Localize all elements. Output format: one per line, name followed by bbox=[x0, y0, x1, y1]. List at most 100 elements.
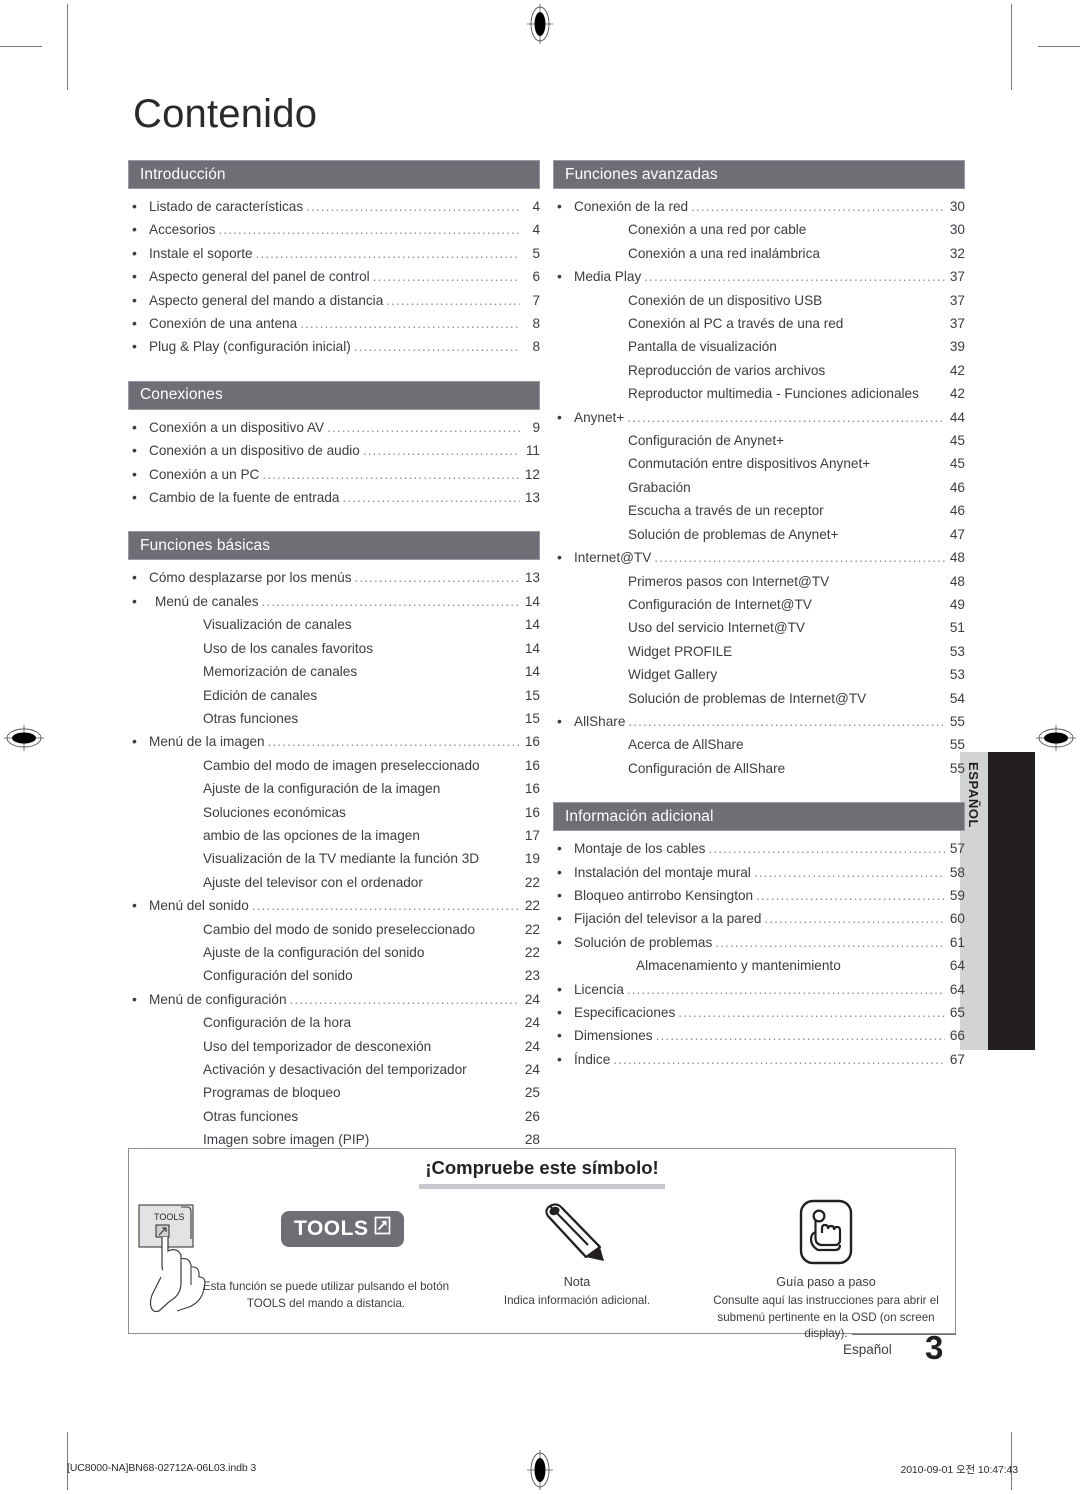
toc-entry[interactable]: •Configuración del sonido...............… bbox=[128, 964, 540, 987]
toc-entry[interactable]: • AllShare...............................… bbox=[553, 710, 965, 733]
toc-entry[interactable]: •Ajuste de la configuración del sonido..… bbox=[128, 941, 540, 964]
symbol-item-tools: TOOLS TOOLS Esta función se puede utiliz… bbox=[129, 1197, 457, 1329]
toc-entry[interactable]: •Cambio del modo de sonido preselecciona… bbox=[128, 918, 540, 941]
toc-entry[interactable]: •Reproductor multimedia - Funciones adic… bbox=[553, 382, 965, 405]
toc-bullet-icon: • bbox=[132, 465, 137, 482]
toc-entry[interactable]: • Bloqueo antirrobo Kensington...........… bbox=[553, 884, 965, 907]
toc-entry[interactable]: •Ajuste del televisor con el ordenador..… bbox=[128, 871, 540, 894]
toc-entry[interactable]: •Programas de bloqueo...................… bbox=[128, 1081, 540, 1104]
toc-entry-page: 25 bbox=[524, 1085, 540, 1101]
toc-entry[interactable]: •Activación y desactivación del temporiz… bbox=[128, 1058, 540, 1081]
toc-entry[interactable]: • Listado de características.............… bbox=[128, 195, 540, 218]
toc-entry[interactable]: •Uso de los canales favoritos...........… bbox=[128, 637, 540, 660]
toc-entry[interactable]: •Widget Gallery.........................… bbox=[553, 663, 965, 686]
toc-entry[interactable]: •Otras funciones........................… bbox=[128, 1105, 540, 1128]
toc-entry[interactable]: • Menú de configuración..................… bbox=[128, 988, 540, 1011]
toc-entry[interactable]: •Acerca de AllShare.....................… bbox=[553, 733, 965, 756]
toc-entry[interactable]: •Conexión de un dispositivo USB.........… bbox=[553, 289, 965, 312]
toc-entry-page: 30 bbox=[949, 222, 965, 238]
toc-entry[interactable]: •Ajuste de la configuración de la imagen… bbox=[128, 777, 540, 800]
toc-entry[interactable]: • Dimensiones............................… bbox=[553, 1024, 965, 1047]
toc-entry[interactable]: •Reproducción de varios archivos........… bbox=[553, 359, 965, 382]
toc-entry[interactable]: • Conexión a un dispositivo de audio.....… bbox=[128, 439, 540, 462]
toc-entry[interactable]: • Plug & Play (configuración inicial)....… bbox=[128, 335, 540, 358]
toc-entry[interactable]: • Instalación del montaje mural..........… bbox=[553, 861, 965, 884]
toc-entry[interactable]: • Menú de la imagen......................… bbox=[128, 730, 540, 753]
toc-entry[interactable]: • Anynet+................................… bbox=[553, 406, 965, 429]
toc-entry[interactable]: •Uso del temporizador de desconexión....… bbox=[128, 1035, 540, 1058]
toc-entry-page: 19 bbox=[524, 851, 540, 867]
toc-entry[interactable]: • Accesorios.............................… bbox=[128, 218, 540, 241]
toc-leader-dots: ........................................… bbox=[300, 316, 520, 332]
toc-entry[interactable]: •Memorización de canales................… bbox=[128, 660, 540, 683]
toc-leader-dots: ........................................… bbox=[261, 593, 520, 609]
toc-entry[interactable]: •Escucha a través de un receptor........… bbox=[553, 499, 965, 522]
toc-entry[interactable]: •Conexión a una red por cable...........… bbox=[553, 218, 965, 241]
toc-entry[interactable]: • Conexión de la red.....................… bbox=[553, 195, 965, 218]
toc-entry[interactable]: •Configuración de Anynet+...............… bbox=[553, 429, 965, 452]
toc-bullet-icon: • bbox=[132, 244, 137, 261]
toc-bullet-icon: • bbox=[132, 990, 137, 1007]
toc-entry[interactable]: • Conexión de una antena.................… bbox=[128, 312, 540, 335]
toc-entry[interactable]: • Montaje de los cables..................… bbox=[553, 837, 965, 860]
toc-entry[interactable]: •Almacenamiento y mantenimiento.........… bbox=[553, 954, 965, 977]
toc-entry[interactable]: •Edición de canales.....................… bbox=[128, 684, 540, 707]
toc-leader-dots: ........................................… bbox=[306, 199, 520, 214]
toc-bullet-icon: • bbox=[132, 221, 137, 238]
toc-section-header-label: Información adicional bbox=[565, 807, 714, 825]
toc-entry[interactable]: • Instale el soporte.....................… bbox=[128, 242, 540, 265]
toc-entry[interactable]: •Conmutación entre dispositivos Anynet+.… bbox=[553, 452, 965, 475]
toc-entry[interactable]: •Conexión al PC a través de una red.....… bbox=[553, 312, 965, 335]
toc-entry[interactable]: •Conexión a una red inalámbrica.........… bbox=[553, 242, 965, 265]
toc-entry-page: 60 bbox=[949, 911, 965, 927]
toc-entry[interactable]: •Configuración de Internet@TV...........… bbox=[553, 593, 965, 616]
toc-entry[interactable]: •Widget PROFILE.........................… bbox=[553, 640, 965, 663]
toc-entry[interactable]: • Aspecto general del panel de control...… bbox=[128, 265, 540, 288]
toc-leader-dots: ........................................… bbox=[843, 312, 943, 335]
toc-entry[interactable]: • Media Play.............................… bbox=[553, 265, 965, 288]
toc-column-left: Introducción • Listado de características.… bbox=[128, 160, 540, 1175]
toc-entry[interactable]: •Solución de problemas de Anynet+.......… bbox=[553, 523, 965, 546]
toc-entry[interactable]: • Licencia...............................… bbox=[553, 978, 965, 1001]
toc-entry[interactable]: • Conexión a un PC.......................… bbox=[128, 463, 540, 486]
toc-entry[interactable]: • Índice.................................… bbox=[553, 1048, 965, 1071]
toc-entry[interactable]: • Cómo desplazarse por los menús.........… bbox=[128, 566, 540, 589]
toc-entry[interactable]: •Primeros pasos con Internet@TV.........… bbox=[553, 570, 965, 593]
toc-entry-title: Instalación del montaje mural bbox=[574, 864, 751, 880]
toc-leader-dots: ........................................… bbox=[805, 616, 943, 639]
toc-entry[interactable]: •Visualización de la TV mediante la func… bbox=[128, 847, 540, 870]
toc-entry[interactable]: • Especificaciones.......................… bbox=[553, 1001, 965, 1024]
toc-entry[interactable]: • Solución de problemas..................… bbox=[553, 931, 965, 954]
toc-entry[interactable]: •Visualización de canales...............… bbox=[128, 613, 540, 636]
toc-entry[interactable]: •Uso del servicio Internet@TV...........… bbox=[553, 616, 965, 639]
toc-entry[interactable]: •Solución de problemas de Internet@TV...… bbox=[553, 687, 965, 710]
toc-entry-page: 14 bbox=[524, 617, 540, 633]
toc-entry[interactable]: • Cambio de la fuente de entrada.........… bbox=[128, 486, 540, 509]
toc-entry[interactable]: • Conexión a un dispositivo AV...........… bbox=[128, 416, 540, 439]
toc-entry-page: 6 bbox=[532, 269, 540, 285]
toc-entry-title: Reproductor multimedia - Funciones adici… bbox=[628, 386, 919, 402]
toc-entry-title: Menú de la imagen bbox=[149, 734, 265, 750]
toc-entry-title: Activación y desactivación del temporiza… bbox=[203, 1062, 467, 1077]
toc-bullet-icon: • bbox=[557, 910, 562, 927]
toc-leader-dots: ........................................… bbox=[341, 1081, 518, 1104]
toc-entry[interactable]: •Grabación..............................… bbox=[553, 476, 965, 499]
toc-entry[interactable]: •Soluciones económicas..................… bbox=[128, 801, 540, 824]
toc-entry[interactable]: •Configuración de la hora...............… bbox=[128, 1011, 540, 1034]
toc-entry-page: 22 bbox=[524, 944, 540, 960]
toc-entry[interactable]: • Internet@TV............................… bbox=[553, 546, 965, 569]
toc-entry[interactable]: •Cambio del modo de imagen preselecciona… bbox=[128, 754, 540, 777]
toc-entry-page: 4 bbox=[532, 199, 540, 214]
toc-entry[interactable]: •Configuración de AllShare..............… bbox=[553, 757, 965, 780]
toc-entry[interactable]: • Menú del sonido........................… bbox=[128, 894, 540, 917]
toc-entry[interactable]: •ambio de las opciones de la imagen.....… bbox=[128, 824, 540, 847]
toc-entry-page: 22 bbox=[524, 898, 540, 914]
tools-badge-label: TOOLS bbox=[294, 1216, 369, 1240]
symbol-item-note: Nota Indica información adicional. bbox=[457, 1197, 697, 1329]
toc-entry[interactable]: • Menú de canales........................… bbox=[128, 590, 540, 613]
toc-entry-page: 39 bbox=[949, 339, 965, 355]
toc-entry[interactable]: •Otras funciones........................… bbox=[128, 707, 540, 730]
toc-entry[interactable]: • Fijación del televisor a la pared......… bbox=[553, 907, 965, 930]
toc-entry[interactable]: • Aspecto general del mando a distancia..… bbox=[128, 289, 540, 312]
toc-entry[interactable]: •Pantalla de visualización..............… bbox=[553, 335, 965, 358]
